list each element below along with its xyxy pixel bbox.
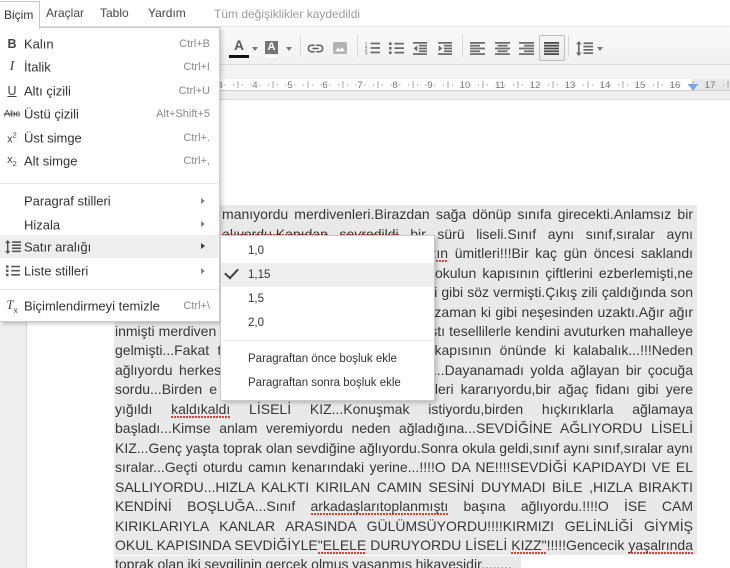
- svg-text:3: 3: [365, 51, 368, 55]
